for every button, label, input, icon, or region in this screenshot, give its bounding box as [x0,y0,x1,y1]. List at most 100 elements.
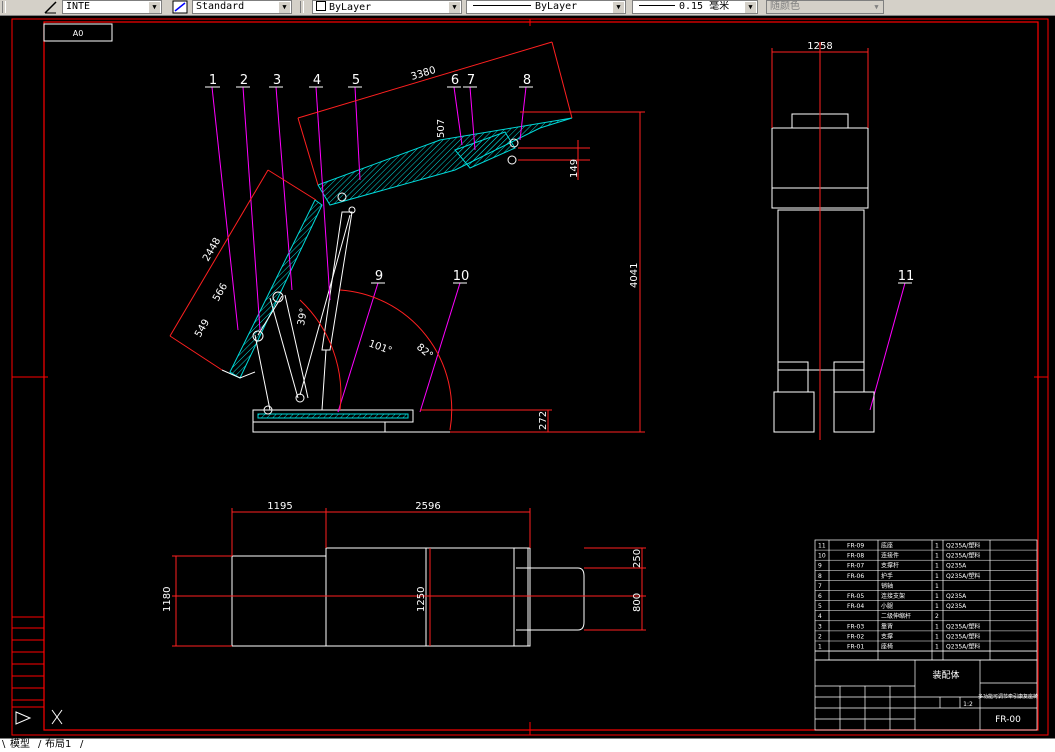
bom-cell-no: 3 [818,623,822,630]
bom-cell-mat: Q235A/塑料 [946,542,980,550]
tab-separator: / [80,739,84,750]
bom-cell-mat: Q235A [946,603,967,610]
assembly-name: 装配体 [932,669,959,681]
dim-2596: 2596 [415,501,440,512]
dim-507: 507 [436,119,447,138]
bom-cell-name: 支撑 [881,632,893,640]
drawing-number: FR-00 [995,715,1021,725]
part-number: 5 [352,73,360,88]
dim-250: 250 [632,549,643,568]
bom-cell-qty: 1 [935,644,939,651]
bom-cell-no: 5 [818,603,822,610]
angle-82: 82° [414,342,435,362]
tab-nav-arrow[interactable]: \ [2,739,5,751]
dim-style-select[interactable]: Standard ▼ [192,0,292,14]
dim-549: 549 [193,317,212,339]
bom-cell-qty: 1 [935,543,939,550]
top-view [172,508,646,647]
color-swatch-icon [316,1,326,11]
dim-style-icon[interactable] [172,0,188,14]
chevron-down-icon: ▼ [745,2,756,13]
dim-1195: 1195 [267,501,292,512]
toolbar-separator [300,1,304,13]
bom-cell-name: 座椅 [881,643,893,651]
dim-1180: 1180 [162,587,173,612]
tab-model[interactable]: 模型 [10,739,30,751]
bom-cell-no: 9 [818,563,822,570]
ucs-icon [15,709,63,725]
dim-1258: 1258 [807,41,832,52]
tab-layout1[interactable]: 布局1 [45,739,71,751]
lineweight-select[interactable]: 0.15 毫米 ▼ [632,0,758,14]
plotstyle-select[interactable]: 随颜色 ▼ [766,0,884,14]
bom-cell-mat: Q235A [946,593,967,600]
part-number: 2 [240,73,248,88]
bom-cell-code: FR-01 [847,644,864,651]
bom-cell-qty: 1 [935,633,939,640]
chevron-down-icon: ▼ [449,2,460,13]
bom-cell-no: 2 [818,633,822,640]
chevron-down-icon: ▼ [613,2,624,13]
linetype-value: ByLayer [535,1,578,12]
bom-cell-name: 小腿 [881,602,893,610]
part-number: 3 [273,73,281,88]
bom-cell-name: 连接件 [881,552,899,560]
linetype-preview [473,5,531,6]
angle-101: 101° [367,338,393,357]
drawing-description: 多功能可调节牵引康复座椅 [978,693,1038,700]
part-number: 11 [898,269,915,284]
bom-cell-mat: Q235A/塑料 [946,632,980,640]
bom-cell-code: FR-02 [847,633,864,640]
backrest-part [221,199,323,379]
lineweight-value: 0.15 毫米 [679,1,730,12]
text-style-select[interactable]: INTE ▼ [62,0,162,14]
color-control-select[interactable]: ByLayer ▼ [312,0,462,14]
bom-cell-code: FR-08 [847,553,864,560]
text-style-icon[interactable] [43,0,59,14]
dim-1250: 1250 [416,587,427,612]
part-number: 4 [313,73,321,88]
bom-cell-name: 护手 [881,572,893,580]
dim-style-value: Standard [196,1,245,12]
linetype-select[interactable]: ByLayer ▼ [466,0,626,14]
tab-separator: / [38,739,42,750]
dim-149: 149 [569,159,580,178]
part-number: 7 [467,73,475,88]
base-part [252,409,450,433]
bom-cell-mat: Q235A/塑料 [946,552,980,560]
bom-cell-name: 支撑杆 [881,562,899,570]
revision-side-table [11,616,45,708]
bom-cell-no: 1 [818,644,822,651]
bom-cell-qty: 2 [935,613,939,620]
properties-toolbar: INTE ▼ Standard ▼ ByLayer ▼ ByLayer ▼ 0.15 毫… [0,0,1055,16]
text-style-value: INTE [66,1,91,12]
bom-cell-name: 连接支架 [881,592,905,600]
bom-cell-qty: 1 [935,593,939,600]
bom-cell-code: FR-03 [847,623,864,630]
chevron-down-icon: ▼ [149,2,160,13]
part-number: 1 [209,73,217,88]
bom-cell-qty: 1 [935,603,939,610]
dim-2448: 2448 [201,236,223,264]
bom-cell-mat: Q235A/塑料 [946,572,980,580]
bom-cell-qty: 1 [935,583,939,590]
bom-cell-name: 靠背 [881,622,893,630]
bom-cell-qty: 1 [935,563,939,570]
bom-cell-mat: Q235A/塑料 [946,643,980,651]
bom-cell-no: 10 [818,553,826,560]
bom-rows: 11 FR-09 底座 1 Q235A/塑料10 FR-08 连接件 1 Q235A/塑料9 FR… [815,542,1037,652]
bom-cell-no: 4 [818,613,822,620]
drawing-canvas[interactable]: A0 1 2 3 4 5 6 7 8 9 10 11 3380 2448 566… [0,15,1055,738]
drawing-scale: 1:2 [963,701,973,708]
layout-tabs-bar: \ 模型 / 布局1 / [0,738,1055,752]
part-number: 6 [451,73,459,88]
bom-cell-no: 8 [818,573,822,580]
bom-cell-no: 11 [818,543,826,550]
bom-cell-code: FR-06 [847,573,864,580]
dim-800: 800 [632,593,643,612]
bom-cell-name: 底座 [881,542,893,550]
dim-566: 566 [211,281,230,303]
part-number: 10 [453,269,470,284]
bom-cell-name: 二级伸缩杆 [881,612,911,620]
bom-cell-no: 7 [818,583,822,590]
